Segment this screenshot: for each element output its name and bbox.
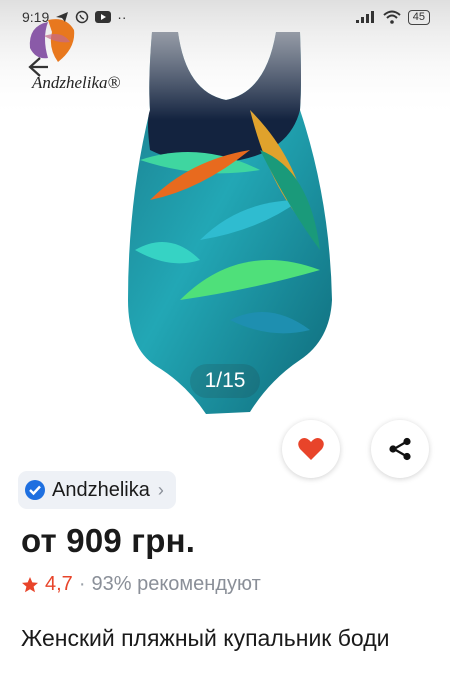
recommend-percent: 93% рекомендуют [91, 573, 261, 595]
more-notifications-icon: ·· [117, 9, 127, 25]
send-icon [56, 12, 69, 22]
product-title: Женский пляжный купальник боди [21, 625, 390, 651]
rating-separator: · [78, 573, 86, 595]
battery-indicator: 45 [407, 9, 430, 25]
gallery-counter: 1/15 [190, 364, 260, 398]
rating-row[interactable]: 4,7 · 93% рекомендуют [21, 573, 261, 596]
back-arrow-icon[interactable] [22, 52, 52, 82]
verified-badge-icon [25, 480, 45, 500]
status-left: 9:19 ·· [22, 9, 127, 25]
rating-value: 4,7 [45, 573, 73, 595]
brand-name: Andzhelika [52, 478, 150, 501]
heart-icon [298, 438, 324, 460]
status-time: 9:19 [22, 9, 50, 25]
share-button[interactable] [371, 420, 429, 478]
brand-link[interactable]: Andzhelika › [18, 471, 176, 509]
star-icon [22, 576, 38, 592]
youtube-icon [95, 11, 112, 23]
signal-icon [355, 11, 374, 23]
favorite-button[interactable] [282, 420, 340, 478]
product-gallery[interactable]: Andzhelika® 1/15 [0, 0, 450, 440]
share-icon [389, 437, 411, 461]
viber-icon [76, 10, 89, 24]
wifi-icon [383, 10, 401, 24]
product-price: от 909 грн. [21, 522, 196, 559]
status-bar: 9:19 ·· 45 [0, 0, 450, 34]
status-right: 45 [355, 9, 430, 25]
chevron-right-icon: › [157, 479, 164, 500]
